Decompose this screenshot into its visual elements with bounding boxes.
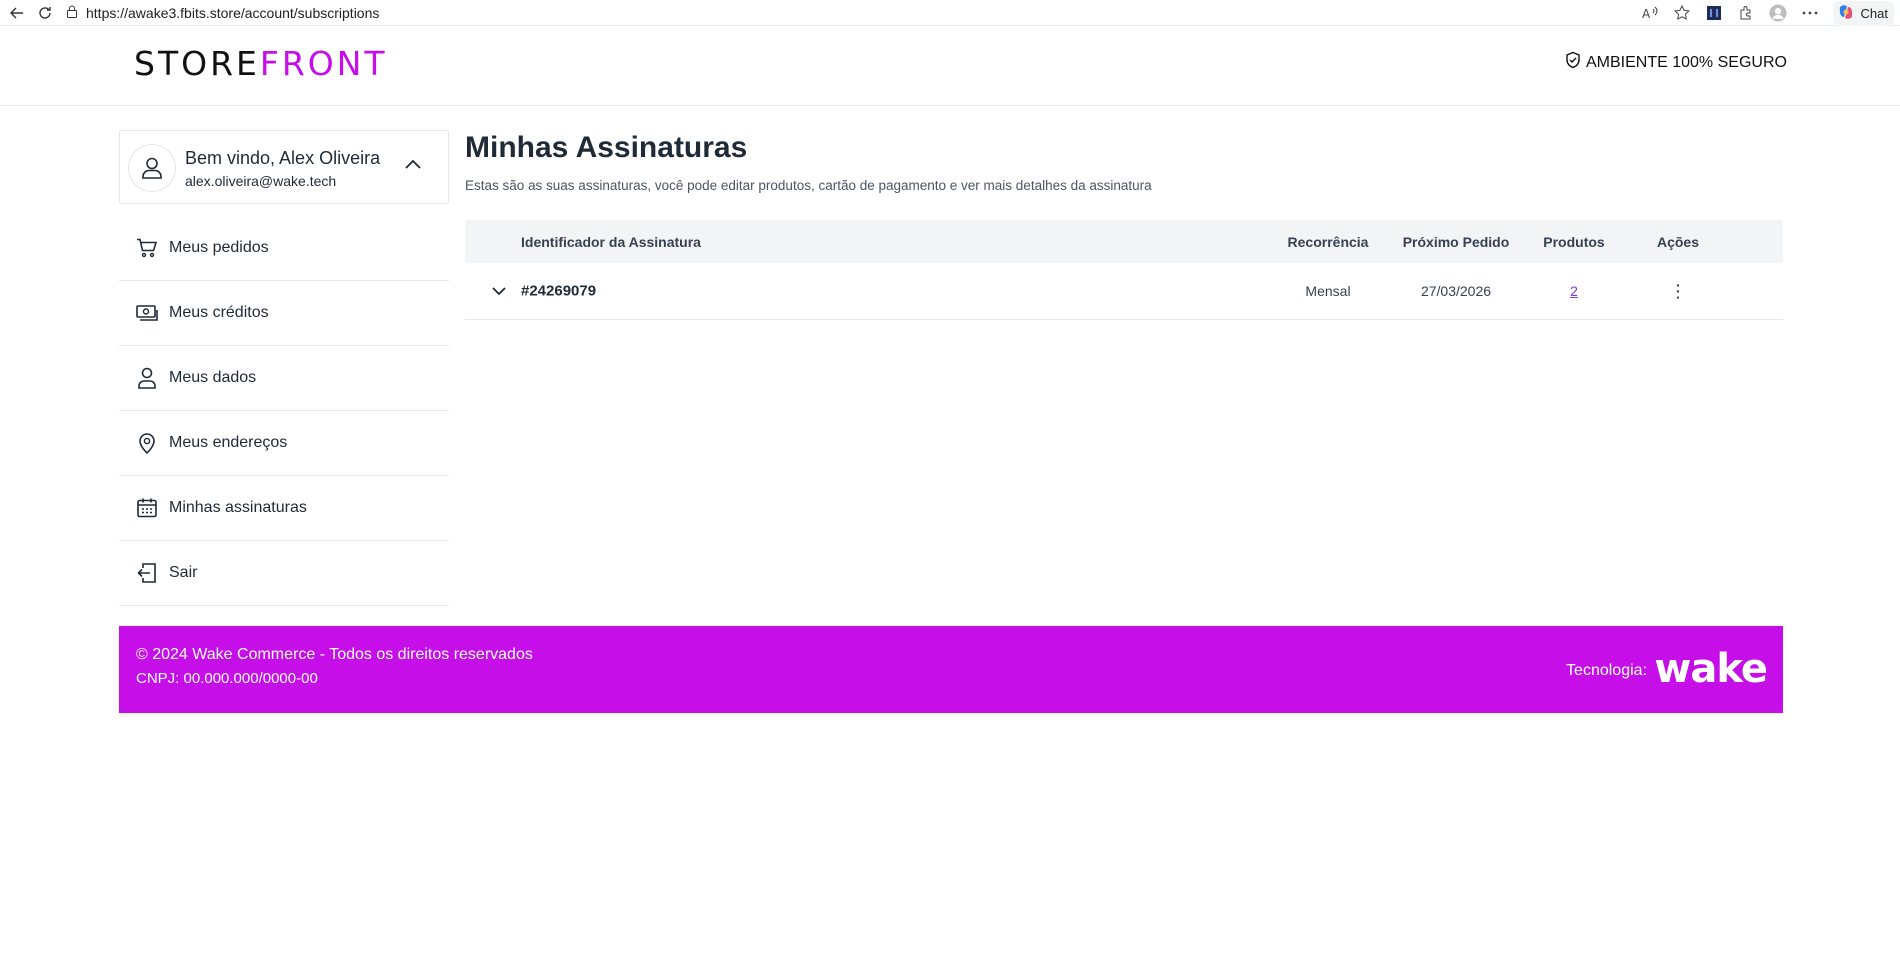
user-icon xyxy=(135,366,159,390)
reload-icon[interactable] xyxy=(34,2,56,24)
calendar-icon xyxy=(135,496,159,520)
page-title: Minhas Assinaturas xyxy=(465,131,748,164)
welcome-text: Bem vindo, Alex Oliveira xyxy=(185,148,381,168)
cart-icon xyxy=(135,236,159,260)
url-text: https://awake3.fbits.store/account/subsc… xyxy=(86,5,380,21)
shield-check-icon xyxy=(1564,51,1582,74)
browser-toolbar: https://awake3.fbits.store/account/subsc… xyxy=(0,0,1900,26)
column-header-actions: Ações xyxy=(1656,233,1700,250)
storefront-logo[interactable]: STOREFRONT xyxy=(134,44,388,83)
user-email: alex.oliveira@wake.tech xyxy=(185,173,337,189)
sidebar-item-meus-enderecos[interactable]: Meus endereços xyxy=(119,411,449,476)
sidebar-item-sair[interactable]: Sair xyxy=(119,541,449,606)
technology-label: Tecnologia: xyxy=(1566,662,1647,679)
page-description: Estas são as suas assinaturas, você pode… xyxy=(465,178,1152,193)
svg-text:A: A xyxy=(1642,7,1651,20)
subscription-next-order: 27/03/2026 xyxy=(1420,283,1492,299)
copilot-chat-button[interactable]: Chat xyxy=(1832,0,1894,26)
copilot-icon xyxy=(1837,3,1855,24)
sidebar-item-label: Meus pedidos xyxy=(169,239,269,256)
sidebar-item-label: Meus dados xyxy=(169,369,257,386)
column-header-id: Identificador da Assinatura xyxy=(521,233,701,250)
sidebar-item-label: Meus créditos xyxy=(169,304,269,321)
sidebar-item-label: Sair xyxy=(169,564,198,581)
money-icon xyxy=(135,301,159,325)
secure-badge: AMBIENTE 100% SEGURO xyxy=(1564,51,1787,74)
back-icon[interactable] xyxy=(6,2,28,24)
logo-store-text: STORE xyxy=(134,44,260,83)
logout-icon xyxy=(135,561,159,585)
sidebar-item-label: Minhas assinaturas xyxy=(169,499,307,516)
table-header: Identificador da Assinatura Recorrência … xyxy=(465,220,1783,263)
column-header-next-order: Próximo Pedido xyxy=(1402,233,1510,250)
user-avatar-icon xyxy=(142,157,162,179)
extension-icon[interactable] xyxy=(1705,4,1723,22)
more-icon[interactable] xyxy=(1801,4,1819,22)
location-pin-icon xyxy=(135,431,159,455)
sidebar-item-meus-dados[interactable]: Meus dados xyxy=(119,346,449,411)
actions-menu-icon[interactable]: ⋮ xyxy=(1645,282,1711,300)
logo-front-text: FRONT xyxy=(259,44,388,83)
column-header-products: Produtos xyxy=(1543,233,1605,250)
read-aloud-icon[interactable]: A xyxy=(1641,4,1659,22)
subscription-recurrence: Mensal xyxy=(1305,283,1351,299)
address-bar[interactable]: https://awake3.fbits.store/account/subsc… xyxy=(66,2,1626,24)
copyright-text: © 2024 Wake Commerce - Todos os direitos… xyxy=(136,646,533,663)
puzzle-icon[interactable] xyxy=(1737,4,1755,22)
avatar xyxy=(128,144,176,192)
profile-icon[interactable] xyxy=(1768,4,1787,22)
sidebar-item-meus-pedidos[interactable]: Meus pedidos xyxy=(119,216,449,281)
column-header-recurrence: Recorrência xyxy=(1287,233,1369,250)
sidebar-item-minhas-assinaturas[interactable]: Minhas assinaturas xyxy=(119,476,449,541)
products-count-link[interactable]: 2 xyxy=(1537,283,1611,299)
cnpj-text: CNPJ: 00.000.000/0000-00 xyxy=(136,670,318,687)
subscription-id: #24269079 xyxy=(521,282,597,300)
sidebar-item-label: Meus endereços xyxy=(169,434,288,451)
wake-logo[interactable]: wake xyxy=(1654,646,1768,692)
secure-label: AMBIENTE 100% SEGURO xyxy=(1586,53,1787,71)
chevron-down-icon[interactable] xyxy=(491,283,507,299)
user-card[interactable]: Bem vindo, Alex Oliveira alex.oliveira@w… xyxy=(119,130,449,204)
site-header: STOREFRONT AMBIENTE 100% SEGURO xyxy=(0,26,1900,106)
subscriptions-table: Identificador da Assinatura Recorrência … xyxy=(465,220,1783,320)
account-menu: Meus pedidos Meus créditos Meus dados Me… xyxy=(119,216,449,606)
chat-label: Chat xyxy=(1860,5,1888,21)
lock-icon xyxy=(66,5,78,21)
sidebar-item-meus-creditos[interactable]: Meus créditos xyxy=(119,281,449,346)
table-row: #24269079 Mensal 27/03/2026 2 ⋮ xyxy=(465,263,1783,320)
favorite-star-icon[interactable] xyxy=(1673,4,1691,22)
chevron-up-icon[interactable] xyxy=(404,157,422,175)
site-footer: © 2024 Wake Commerce - Todos os direitos… xyxy=(119,626,1783,713)
